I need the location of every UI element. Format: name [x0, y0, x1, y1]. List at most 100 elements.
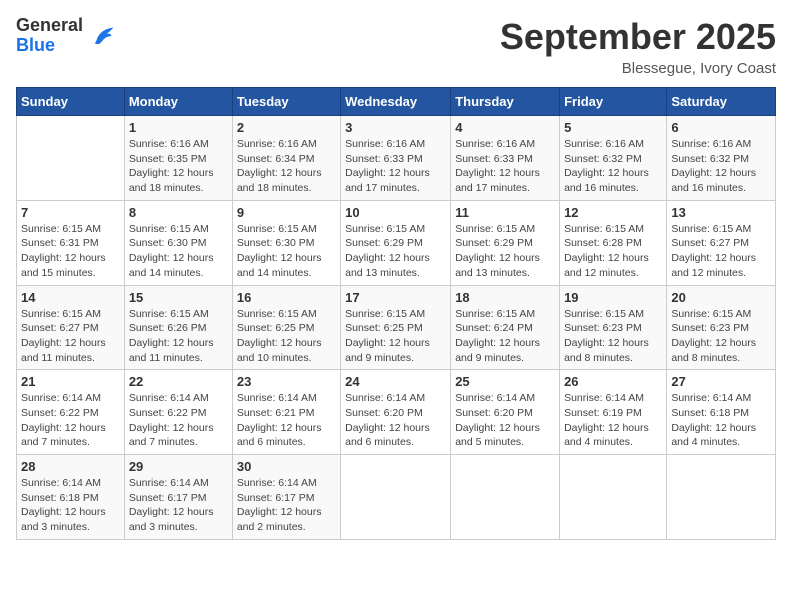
day-detail: Sunrise: 6:15 AMSunset: 6:25 PMDaylight:… — [237, 307, 336, 366]
day-detail: Sunrise: 6:16 AMSunset: 6:33 PMDaylight:… — [345, 137, 446, 196]
weekday-header-monday: Monday — [124, 88, 232, 116]
calendar-week-4: 21 Sunrise: 6:14 AMSunset: 6:22 PMDayligh… — [17, 370, 776, 455]
calendar-cell: 7 Sunrise: 6:15 AMSunset: 6:31 PMDaylight… — [17, 200, 125, 285]
calendar-cell: 14Sunrise: 6:15 AMSunset: 6:27 PMDayligh… — [17, 285, 125, 370]
day-number: 17 — [345, 290, 446, 305]
day-number: 26 — [564, 374, 662, 389]
day-detail: Sunrise: 6:14 AMSunset: 6:20 PMDaylight:… — [345, 391, 446, 450]
calendar-cell: 26 Sunrise: 6:14 AMSunset: 6:19 PMDayligh… — [560, 370, 667, 455]
day-detail: Sunrise: 6:16 AMSunset: 6:34 PMDaylight:… — [237, 137, 336, 196]
calendar-cell: 29 Sunrise: 6:14 AMSunset: 6:17 PMDayligh… — [124, 455, 232, 540]
day-detail: Sunrise: 6:14 AMSunset: 6:17 PMDaylight:… — [129, 476, 228, 535]
calendar-week-2: 7 Sunrise: 6:15 AMSunset: 6:31 PMDaylight… — [17, 200, 776, 285]
day-number: 1 — [129, 120, 228, 135]
calendar-cell: 5Sunrise: 6:16 AMSunset: 6:32 PMDaylight… — [560, 116, 667, 201]
day-number: 24 — [345, 374, 446, 389]
weekday-header-row: SundayMondayTuesdayWednesdayThursdayFrid… — [17, 88, 776, 116]
day-detail: Sunrise: 6:14 AMSunset: 6:22 PMDaylight:… — [129, 391, 228, 450]
calendar-cell: 1 Sunrise: 6:16 AMSunset: 6:35 PMDaylight… — [124, 116, 232, 201]
day-detail: Sunrise: 6:15 AMSunset: 6:25 PMDaylight:… — [345, 307, 446, 366]
day-detail: Sunrise: 6:14 AMSunset: 6:18 PMDaylight:… — [21, 476, 120, 535]
day-number: 25 — [455, 374, 555, 389]
calendar-cell: 16 Sunrise: 6:15 AMSunset: 6:25 PMDayligh… — [232, 285, 340, 370]
calendar-cell: 6 Sunrise: 6:16 AMSunset: 6:32 PMDaylight… — [667, 116, 776, 201]
calendar-cell — [341, 455, 451, 540]
calendar-cell: 15 Sunrise: 6:15 AMSunset: 6:26 PMDayligh… — [124, 285, 232, 370]
logo-general: General — [16, 16, 83, 36]
weekday-header-sunday: Sunday — [17, 88, 125, 116]
weekday-header-friday: Friday — [560, 88, 667, 116]
day-detail: Sunrise: 6:16 AMSunset: 6:35 PMDaylight:… — [129, 137, 228, 196]
day-number: 29 — [129, 459, 228, 474]
calendar-cell: 21Sunrise: 6:14 AMSunset: 6:22 PMDayligh… — [17, 370, 125, 455]
weekday-header-tuesday: Tuesday — [232, 88, 340, 116]
weekday-header-wednesday: Wednesday — [341, 88, 451, 116]
calendar-cell: 30 Sunrise: 6:14 AMSunset: 6:17 PMDayligh… — [232, 455, 340, 540]
calendar-cell: 22 Sunrise: 6:14 AMSunset: 6:22 PMDayligh… — [124, 370, 232, 455]
day-detail: Sunrise: 6:14 AMSunset: 6:21 PMDaylight:… — [237, 391, 336, 450]
day-detail: Sunrise: 6:15 AMSunset: 6:30 PMDaylight:… — [129, 222, 228, 281]
day-number: 12 — [564, 205, 662, 220]
day-detail: Sunrise: 6:14 AMSunset: 6:19 PMDaylight:… — [564, 391, 662, 450]
day-number: 23 — [237, 374, 336, 389]
calendar-cell: 27Sunrise: 6:14 AMSunset: 6:18 PMDayligh… — [667, 370, 776, 455]
location: Blessegue, Ivory Coast — [500, 60, 776, 77]
day-number: 2 — [237, 120, 336, 135]
day-number: 16 — [237, 290, 336, 305]
day-number: 6 — [671, 120, 771, 135]
day-number: 15 — [129, 290, 228, 305]
calendar-cell — [667, 455, 776, 540]
calendar-cell: 23 Sunrise: 6:14 AMSunset: 6:21 PMDayligh… — [232, 370, 340, 455]
day-detail: Sunrise: 6:15 AMSunset: 6:28 PMDaylight:… — [564, 222, 662, 281]
day-number: 30 — [237, 459, 336, 474]
day-number: 20 — [671, 290, 771, 305]
calendar-cell: 12 Sunrise: 6:15 AMSunset: 6:28 PMDayligh… — [560, 200, 667, 285]
day-number: 9 — [237, 205, 336, 220]
day-detail: Sunrise: 6:16 AMSunset: 6:32 PMDaylight:… — [671, 137, 771, 196]
day-detail: Sunrise: 6:15 AMSunset: 6:27 PMDaylight:… — [671, 222, 771, 281]
calendar-cell: 10 Sunrise: 6:15 AMSunset: 6:29 PMDayligh… — [341, 200, 451, 285]
calendar-week-5: 28 Sunrise: 6:14 AMSunset: 6:18 PMDayligh… — [17, 455, 776, 540]
day-detail: Sunrise: 6:15 AMSunset: 6:23 PMDaylight:… — [564, 307, 662, 366]
calendar-cell: 17 Sunrise: 6:15 AMSunset: 6:25 PMDayligh… — [341, 285, 451, 370]
calendar-cell: 11 Sunrise: 6:15 AMSunset: 6:29 PMDayligh… — [451, 200, 560, 285]
day-number: 18 — [455, 290, 555, 305]
day-detail: Sunrise: 6:16 AMSunset: 6:32 PMDaylight:… — [564, 137, 662, 196]
calendar-cell: 2 Sunrise: 6:16 AMSunset: 6:34 PMDaylight… — [232, 116, 340, 201]
day-number: 13 — [671, 205, 771, 220]
day-number: 14 — [21, 290, 120, 305]
logo: General Blue — [16, 16, 117, 56]
day-detail: Sunrise: 6:14 AMSunset: 6:20 PMDaylight:… — [455, 391, 555, 450]
day-detail: Sunrise: 6:15 AMSunset: 6:24 PMDaylight:… — [455, 307, 555, 366]
calendar-cell: 25 Sunrise: 6:14 AMSunset: 6:20 PMDayligh… — [451, 370, 560, 455]
day-detail: Sunrise: 6:16 AMSunset: 6:33 PMDaylight:… — [455, 137, 555, 196]
calendar-cell — [451, 455, 560, 540]
calendar-cell: 13 Sunrise: 6:15 AMSunset: 6:27 PMDayligh… — [667, 200, 776, 285]
day-detail: Sunrise: 6:15 AMSunset: 6:23 PMDaylight:… — [671, 307, 771, 366]
calendar-cell — [17, 116, 125, 201]
logo-bird-icon — [89, 22, 117, 50]
calendar-week-1: 1 Sunrise: 6:16 AMSunset: 6:35 PMDaylight… — [17, 116, 776, 201]
day-detail: Sunrise: 6:15 AMSunset: 6:26 PMDaylight:… — [129, 307, 228, 366]
day-number: 10 — [345, 205, 446, 220]
day-detail: Sunrise: 6:15 AMSunset: 6:29 PMDaylight:… — [455, 222, 555, 281]
day-detail: Sunrise: 6:15 AMSunset: 6:31 PMDaylight:… — [21, 222, 120, 281]
day-number: 4 — [455, 120, 555, 135]
calendar-cell: 8Sunrise: 6:15 AMSunset: 6:30 PMDaylight… — [124, 200, 232, 285]
day-number: 19 — [564, 290, 662, 305]
logo-blue: Blue — [16, 36, 83, 56]
weekday-header-thursday: Thursday — [451, 88, 560, 116]
day-number: 21 — [21, 374, 120, 389]
calendar-cell: 24 Sunrise: 6:14 AMSunset: 6:20 PMDayligh… — [341, 370, 451, 455]
day-number: 27 — [671, 374, 771, 389]
calendar-cell: 4 Sunrise: 6:16 AMSunset: 6:33 PMDaylight… — [451, 116, 560, 201]
day-detail: Sunrise: 6:14 AMSunset: 6:17 PMDaylight:… — [237, 476, 336, 535]
calendar-cell: 28 Sunrise: 6:14 AMSunset: 6:18 PMDayligh… — [17, 455, 125, 540]
day-number: 28 — [21, 459, 120, 474]
day-number: 7 — [21, 205, 120, 220]
calendar-cell: 9Sunrise: 6:15 AMSunset: 6:30 PMDaylight… — [232, 200, 340, 285]
day-number: 11 — [455, 205, 555, 220]
day-detail: Sunrise: 6:15 AMSunset: 6:29 PMDaylight:… — [345, 222, 446, 281]
calendar-cell: 19 Sunrise: 6:15 AMSunset: 6:23 PMDayligh… — [560, 285, 667, 370]
day-number: 22 — [129, 374, 228, 389]
